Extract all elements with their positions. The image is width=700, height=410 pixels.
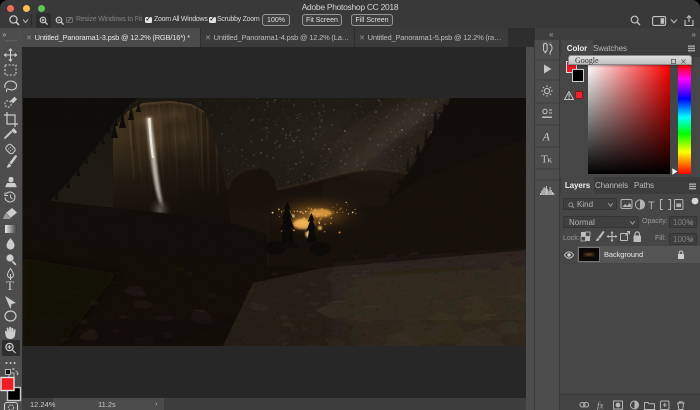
svg-text:»: » (2, 30, 7, 39)
svg-text:T: T (6, 278, 14, 293)
svg-text:T: T (648, 200, 655, 211)
svg-text:fx: fx (597, 401, 604, 410)
svg-text:A: A (542, 130, 551, 144)
svg-text:κ: κ (548, 155, 553, 165)
